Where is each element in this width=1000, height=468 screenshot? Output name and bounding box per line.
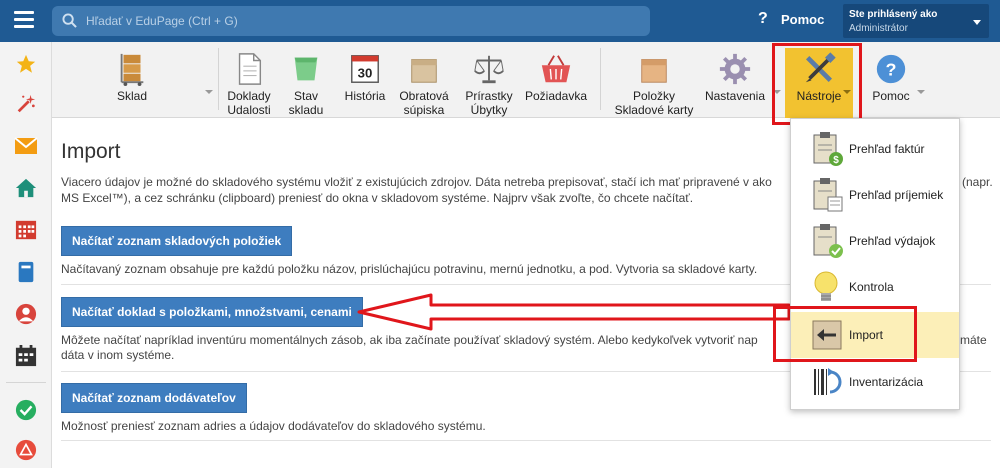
sidebar-divider bbox=[6, 382, 46, 383]
top-bar: Hľadať v EduPage (Ctrl + G) ? Pomoc Ste … bbox=[0, 0, 1000, 42]
basket-icon bbox=[541, 55, 571, 83]
highlight-box-import bbox=[773, 306, 917, 362]
toolbar-prirastky-line2: Úbytky bbox=[470, 103, 508, 117]
import-document-button[interactable]: Načítať doklad s položkami, množstvami, … bbox=[61, 297, 363, 327]
help-icon[interactable]: ? bbox=[758, 10, 768, 28]
menu-item-label: Prehľad príjemiek bbox=[849, 188, 944, 202]
star-icon[interactable] bbox=[14, 52, 38, 76]
historia-day-number: 30 bbox=[358, 66, 373, 81]
menu-item-label: Prehľad faktúr bbox=[849, 142, 925, 156]
mail-icon[interactable] bbox=[14, 134, 38, 158]
toolbar-pomoc[interactable]: ? Pomoc bbox=[866, 52, 916, 103]
toolbar-prirastky-ubytky[interactable]: Prírastky Úbytky bbox=[462, 52, 516, 117]
toolbar-sklad[interactable]: Sklad bbox=[112, 52, 152, 103]
toolbar-stav-line1: Stav bbox=[293, 89, 318, 103]
search-input[interactable]: Hľadať v EduPage (Ctrl + G) bbox=[52, 6, 650, 36]
toolbar-prirastky-line1: Prírastky bbox=[465, 89, 513, 103]
import-items-button[interactable]: Načítať zoznam skladových položiek bbox=[61, 226, 293, 256]
toolbar-obratova-line1: Obratová bbox=[399, 89, 449, 103]
search-icon bbox=[62, 13, 77, 28]
document-icon bbox=[238, 53, 262, 85]
user-menu[interactable]: Ste prihlásený ako Administrátor bbox=[843, 4, 989, 38]
calendar-day-icon: 30 bbox=[351, 55, 379, 83]
toolbar-polozky-line1: Položky bbox=[632, 89, 676, 103]
toolbar-doklady-line2: Udalosti bbox=[227, 103, 271, 117]
menu-item-inventarizacia[interactable]: Inventarizácia bbox=[791, 359, 959, 405]
import-document-description-line2: dáta v inom systéme. bbox=[61, 348, 175, 362]
menu-item-label: Prehľad výdajok bbox=[849, 234, 936, 248]
invoice-clipboard-icon: $ bbox=[813, 132, 843, 166]
page-title: Import bbox=[61, 140, 121, 163]
toolbar-doklady[interactable]: Doklady Udalosti bbox=[222, 52, 276, 117]
import-items-description: Načítavaný zoznam obsahuje pre každú pol… bbox=[61, 262, 758, 276]
gear-icon bbox=[719, 53, 751, 85]
alert-icon[interactable] bbox=[14, 438, 38, 462]
chevron-down-icon[interactable] bbox=[205, 90, 213, 94]
nastroje-dropdown: $ Prehľad faktúr Prehľad príjemiek Prehľ… bbox=[790, 118, 960, 410]
chevron-down-icon[interactable] bbox=[917, 90, 925, 94]
lightbulb-icon bbox=[814, 271, 838, 301]
menu-item-label: Inventarizácia bbox=[849, 375, 924, 389]
intro-line1: Viacero údajov je možné do skladového sy… bbox=[61, 175, 772, 189]
menu-item-kontrola[interactable]: Kontrola bbox=[791, 264, 959, 310]
section-divider bbox=[61, 440, 991, 441]
help-circle-icon: ? bbox=[876, 54, 906, 84]
toolbar-historia[interactable]: 30 História bbox=[342, 52, 388, 103]
svg-text:?: ? bbox=[886, 60, 897, 80]
svg-text:$: $ bbox=[833, 155, 839, 166]
import-document-description-tail: máte bbox=[960, 333, 987, 347]
toolbar-sklad-label: Sklad bbox=[116, 89, 148, 103]
intro-line1-tail: (napr. bbox=[962, 175, 993, 189]
intro-line2: MS Excel™), a cez schránku (clipboard) p… bbox=[61, 191, 694, 205]
toolbar-divider bbox=[600, 48, 601, 110]
chevron-down-icon bbox=[973, 20, 981, 25]
toolbar-poziadavka-label: Požiadavka bbox=[524, 89, 588, 103]
scales-icon bbox=[474, 55, 504, 84]
menu-item-prehlad-vydajok[interactable]: Prehľad výdajok bbox=[791, 218, 959, 264]
package-icon bbox=[294, 57, 318, 81]
import-document-description-line1: Môžete načítať napríklad inventúru momen… bbox=[61, 333, 758, 347]
toolbar-historia-label: História bbox=[344, 89, 386, 103]
left-sidebar bbox=[0, 42, 52, 468]
toolbar-obratova-line2: súpiska bbox=[403, 103, 445, 117]
items-box-icon bbox=[641, 59, 667, 83]
annotation-arrow bbox=[357, 293, 791, 331]
warehouse-cart-icon bbox=[120, 53, 144, 86]
calendar-icon[interactable] bbox=[14, 218, 38, 242]
menu-icon[interactable] bbox=[14, 11, 34, 29]
search-placeholder: Hľadať v EduPage (Ctrl + G) bbox=[86, 14, 238, 28]
user-icon[interactable] bbox=[14, 302, 38, 326]
toolbar-obratova-supiska[interactable]: Obratová súpiska bbox=[398, 52, 450, 117]
home-icon[interactable] bbox=[14, 176, 38, 200]
toolbar-nastavenia-label: Nastavenia bbox=[704, 89, 766, 103]
toolbar-polozky[interactable]: Položky Skladové karty bbox=[610, 52, 698, 117]
import-suppliers-description: Možnosť preniesť zoznam adries a údajov … bbox=[61, 419, 486, 433]
toolbar-doklady-line1: Doklady bbox=[227, 89, 271, 103]
toolbar-nastavenia[interactable]: Nastavenia bbox=[702, 52, 768, 103]
menu-item-prehlad-prijemiek[interactable]: Prehľad príjemiek bbox=[791, 172, 959, 218]
magic-wand-icon[interactable] bbox=[14, 92, 38, 116]
issue-clipboard-icon bbox=[813, 224, 843, 258]
check-icon[interactable] bbox=[14, 398, 38, 422]
toolbar-divider bbox=[218, 48, 219, 110]
toolbar-stav-skladu[interactable]: Stav skladu bbox=[284, 52, 328, 117]
toolbar-poziadavka[interactable]: Požiadavka bbox=[522, 52, 590, 103]
highlight-box-nastroje bbox=[772, 43, 862, 125]
import-suppliers-button[interactable]: Načítať zoznam dodávateľov bbox=[61, 383, 247, 413]
user-name: Administrátor bbox=[849, 23, 908, 34]
schedule-icon[interactable] bbox=[14, 344, 38, 368]
book-icon[interactable] bbox=[14, 260, 38, 284]
toolbar-polozky-line2: Skladové karty bbox=[614, 103, 694, 117]
user-line1: Ste prihlásený ako bbox=[849, 9, 938, 20]
toolbar-pomoc-label: Pomoc bbox=[872, 89, 910, 103]
barcode-icon bbox=[814, 368, 842, 395]
menu-item-prehlad-faktur[interactable]: $ Prehľad faktúr bbox=[791, 126, 959, 172]
receipt-clipboard-icon bbox=[813, 178, 843, 212]
menu-item-label: Kontrola bbox=[849, 280, 894, 294]
toolbar-stav-line2: skladu bbox=[288, 103, 324, 117]
help-link[interactable]: Pomoc bbox=[781, 12, 824, 27]
box-icon bbox=[411, 59, 437, 83]
